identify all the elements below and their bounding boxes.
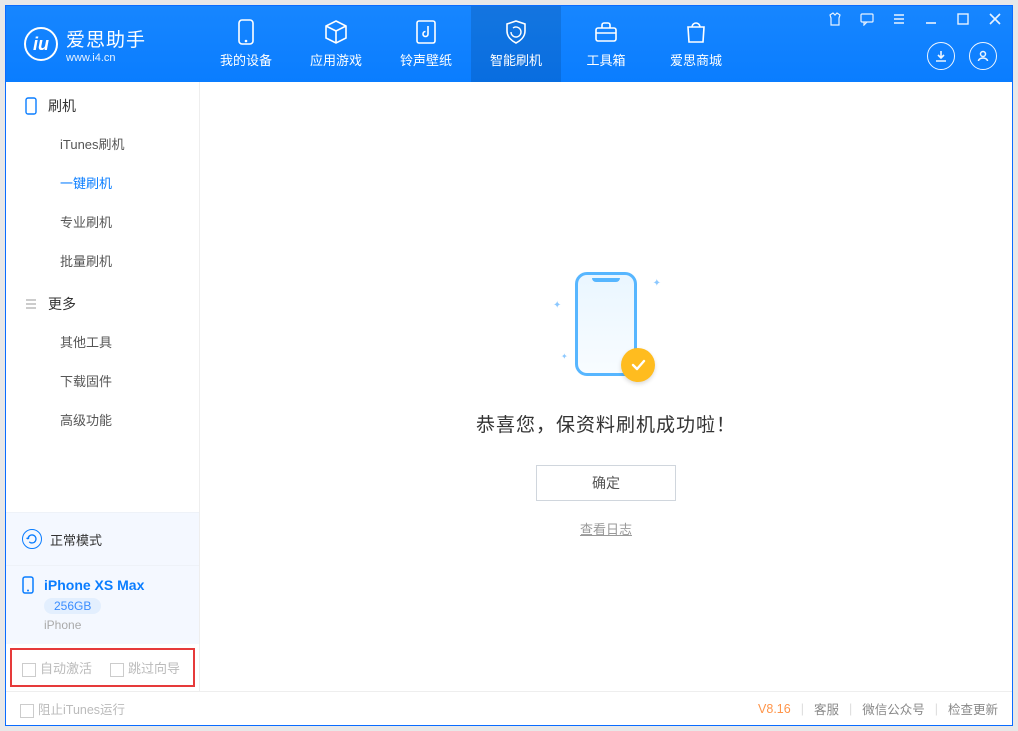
sidebar-item-advanced[interactable]: 高级功能 (6, 400, 199, 439)
sidebar-section-flash: 刷机 (6, 82, 199, 124)
device-info-box: iPhone XS Max 256GB iPhone (6, 565, 199, 644)
logo-icon: iu (24, 27, 58, 61)
sidebar-item-batch-flash[interactable]: 批量刷机 (6, 241, 199, 280)
device-mode-box: 正常模式 (6, 512, 199, 565)
nav-toolbox[interactable]: 工具箱 (561, 6, 651, 82)
phone-blue-icon (20, 576, 36, 594)
bag-icon (683, 19, 709, 45)
nav-label: 我的设备 (220, 50, 272, 69)
header: iu 爱思助手 www.i4.cn 我的设备 应用游戏 (6, 6, 1012, 82)
device-mode-label: 正常模式 (50, 530, 102, 549)
success-message: 恭喜您，保资料刷机成功啦！ (476, 410, 736, 437)
nav-label: 应用游戏 (310, 50, 362, 69)
sidebar-item-other-tools[interactable]: 其他工具 (6, 322, 199, 361)
maximize-button[interactable] (952, 10, 974, 28)
sidebar-section-more: 更多 (6, 280, 199, 322)
support-link[interactable]: 客服 (814, 699, 839, 718)
nav-flash[interactable]: 智能刷机 (471, 6, 561, 82)
sidebar: 刷机 iTunes刷机 一键刷机 专业刷机 批量刷机 更多 其他工具 下载固件 … (6, 82, 200, 691)
checkmark-icon (621, 348, 655, 382)
section-title: 刷机 (48, 96, 76, 116)
phone-small-icon (24, 97, 38, 115)
nav-apps-games[interactable]: 应用游戏 (291, 6, 381, 82)
main-content: ✦ ✦ ✦ 恭喜您，保资料刷机成功啦！ 确定 查看日志 (200, 82, 1012, 691)
footer: 阻止iTunes运行 V8.16 | 客服 | 微信公众号 | 检查更新 (6, 691, 1012, 725)
header-actions (927, 42, 997, 70)
flash-options-highlight: 自动激活 跳过向导 (10, 648, 195, 687)
refresh-icon[interactable] (22, 529, 42, 549)
version-label: V8.16 (758, 702, 791, 716)
phone-icon (233, 19, 259, 45)
ok-button[interactable]: 确定 (536, 465, 676, 501)
sidebar-item-oneclick-flash[interactable]: 一键刷机 (6, 163, 199, 202)
logo: iu 爱思助手 www.i4.cn (6, 25, 201, 64)
shield-icon (503, 19, 529, 45)
success-illustration: ✦ ✦ ✦ (551, 272, 661, 392)
device-name: iPhone XS Max (44, 577, 144, 593)
nav-label: 工具箱 (586, 50, 625, 69)
sparkle-icon: ✦ (561, 352, 568, 361)
check-update-link[interactable]: 检查更新 (948, 699, 998, 718)
sidebar-item-itunes-flash[interactable]: iTunes刷机 (6, 124, 199, 163)
sparkle-icon: ✦ (653, 278, 661, 289)
block-itunes-checkbox[interactable]: 阻止iTunes运行 (20, 699, 125, 718)
nav-label: 爱思商城 (670, 50, 722, 69)
body: 刷机 iTunes刷机 一键刷机 专业刷机 批量刷机 更多 其他工具 下载固件 … (6, 82, 1012, 691)
list-icon (24, 297, 38, 311)
sidebar-item-download-firmware[interactable]: 下载固件 (6, 361, 199, 400)
nav-label: 铃声壁纸 (400, 50, 452, 69)
main-nav: 我的设备 应用游戏 铃声壁纸 智能刷机 (201, 6, 741, 82)
window-controls (824, 10, 1006, 28)
menu-icon[interactable] (888, 10, 910, 28)
download-button[interactable] (927, 42, 955, 70)
nav-ringtones[interactable]: 铃声壁纸 (381, 6, 471, 82)
user-button[interactable] (969, 42, 997, 70)
music-icon (413, 19, 439, 45)
minimize-button[interactable] (920, 10, 942, 28)
feedback-icon[interactable] (856, 10, 878, 28)
device-capacity: 256GB (44, 598, 101, 614)
cube-icon (323, 19, 349, 45)
sidebar-item-pro-flash[interactable]: 专业刷机 (6, 202, 199, 241)
nav-my-device[interactable]: 我的设备 (201, 6, 291, 82)
nav-store[interactable]: 爱思商城 (651, 6, 741, 82)
app-window: iu 爱思助手 www.i4.cn 我的设备 应用游戏 (5, 5, 1013, 726)
skip-wizard-checkbox[interactable]: 跳过向导 (110, 658, 180, 677)
section-title: 更多 (48, 294, 76, 314)
device-type: iPhone (44, 618, 185, 632)
auto-activate-checkbox[interactable]: 自动激活 (22, 658, 92, 677)
wechat-link[interactable]: 微信公众号 (862, 699, 925, 718)
toolbox-icon (593, 19, 619, 45)
view-log-link[interactable]: 查看日志 (580, 519, 632, 538)
close-button[interactable] (984, 10, 1006, 28)
nav-label: 智能刷机 (490, 50, 542, 69)
app-name: 爱思助手 (66, 25, 146, 52)
skin-icon[interactable] (824, 10, 846, 28)
sparkle-icon: ✦ (553, 300, 561, 311)
app-url: www.i4.cn (66, 52, 146, 64)
